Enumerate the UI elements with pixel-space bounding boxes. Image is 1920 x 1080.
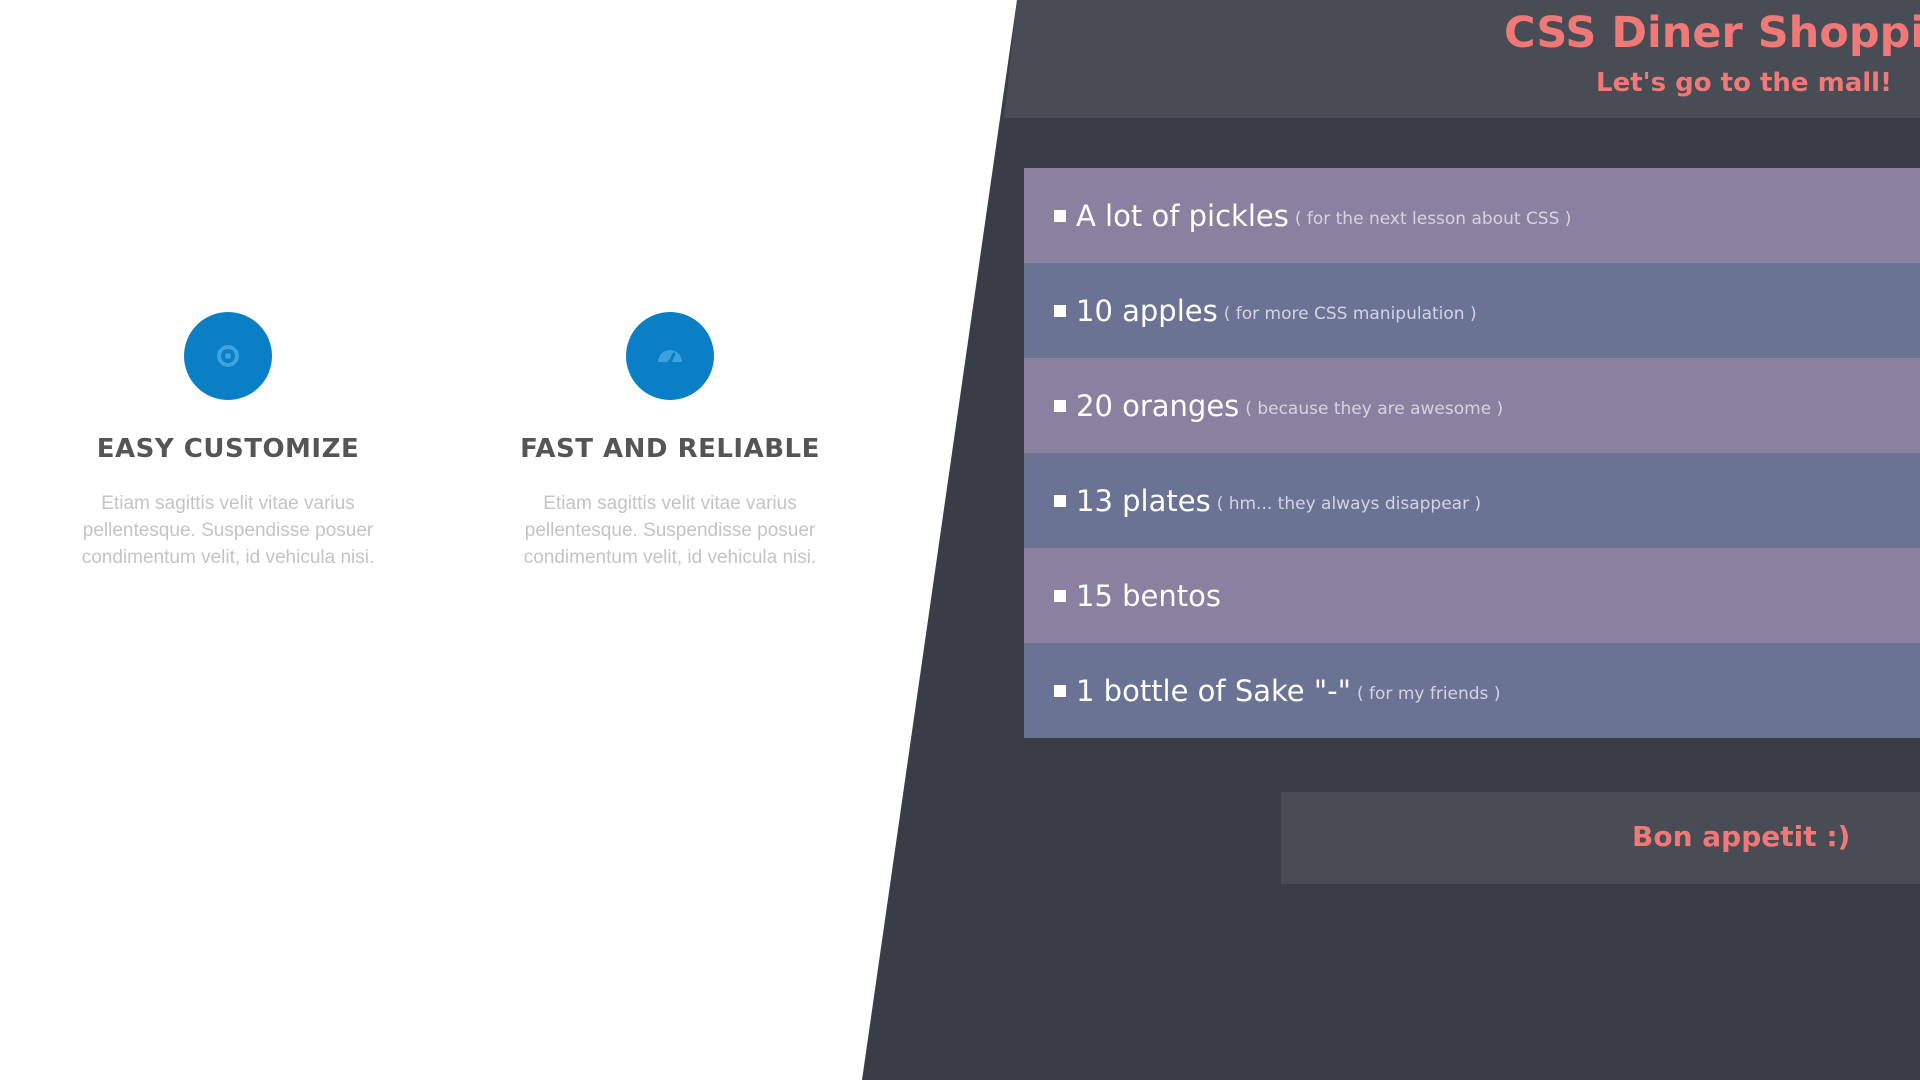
panel-subtitle: Let's go to the mall!	[1596, 68, 1892, 98]
item-note: ( for more CSS manipulation )	[1223, 303, 1477, 324]
list-item: 13 plates ( hm... they always disappear …	[1024, 453, 1920, 548]
panel-title: CSS Diner Shopping List	[1504, 8, 1920, 58]
feature-title: EASY CUSTOMIZE	[96, 434, 360, 464]
bullet-icon	[1054, 304, 1066, 317]
item-text: 15 bentos	[1076, 578, 1221, 613]
feature-title: FAST AND RELIABLE	[520, 434, 820, 464]
feature-description: Etiam sagittis velit vitae varius pellen…	[523, 493, 817, 568]
bullet-icon	[1054, 399, 1066, 412]
feature-fast-and-reliable: FAST AND RELIABLE Etiam sagittis velit v…	[490, 312, 850, 571]
item-text: A lot of pickles	[1076, 198, 1289, 233]
page: EASY CUSTOMIZE Etiam sagittis velit vita…	[0, 0, 1920, 1080]
item-note: ( hm... they always disappear )	[1216, 493, 1482, 514]
bullet-icon	[1054, 209, 1066, 222]
list-item: 15 bentos	[1024, 548, 1920, 643]
item-text: 1 bottle of Sake "-"	[1076, 673, 1351, 708]
bullet-icon	[1054, 684, 1066, 697]
item-note: ( for my friends )	[1357, 683, 1501, 704]
list-item: 10 apples ( for more CSS manipulation )	[1024, 263, 1920, 358]
bullet-icon	[1054, 494, 1066, 507]
feature-easy-customize: EASY CUSTOMIZE Etiam sagittis velit vita…	[48, 312, 408, 571]
shopping-list: A lot of pickles ( for the next lesson a…	[1024, 168, 1920, 738]
bullet-icon	[1054, 589, 1066, 602]
footer-text: Bon appetit :)	[1632, 820, 1851, 853]
item-note: ( because they are awesome )	[1245, 398, 1504, 419]
item-text: 10 apples	[1076, 293, 1218, 328]
speedometer-icon	[626, 312, 714, 400]
item-text: 13 plates	[1076, 483, 1211, 518]
list-item: 1 bottle of Sake "-" ( for my friends )	[1024, 643, 1920, 738]
list-item: 20 oranges ( because they are awesome )	[1024, 358, 1920, 453]
item-note: ( for the next lesson about CSS )	[1294, 208, 1572, 229]
list-item: A lot of pickles ( for the next lesson a…	[1024, 168, 1920, 263]
gear-icon	[184, 312, 272, 400]
item-text: 20 oranges	[1076, 388, 1240, 423]
feature-description: Etiam sagittis velit vitae varius pellen…	[81, 493, 375, 568]
